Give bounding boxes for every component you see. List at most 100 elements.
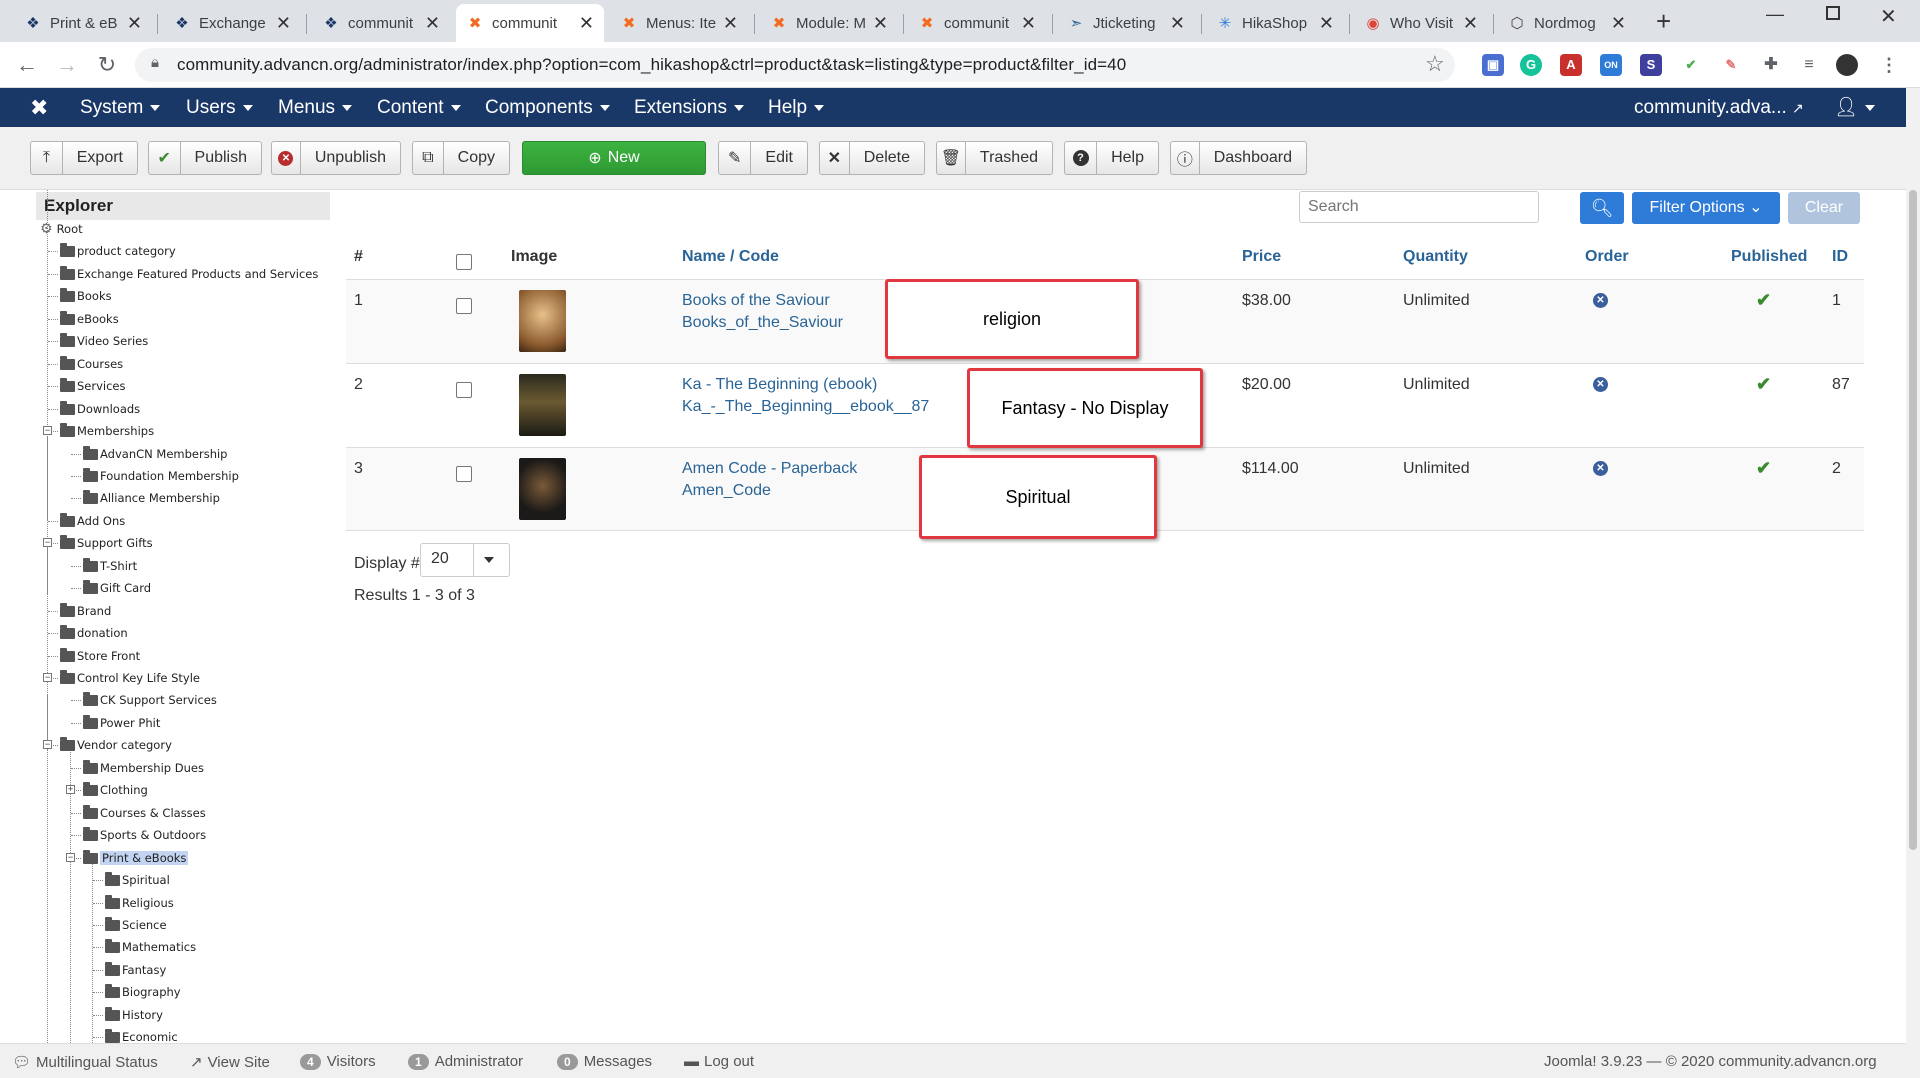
tree-node[interactable]: donation: [60, 623, 128, 643]
browser-tab[interactable]: ✖ Module: M ✕: [760, 4, 898, 42]
joomla-logo-icon[interactable]: ✖: [30, 88, 48, 127]
close-tab-icon[interactable]: ✕: [1021, 13, 1036, 34]
collapse-icon[interactable]: −: [66, 853, 75, 862]
tree-node[interactable]: Sports & Outdoors: [83, 825, 206, 845]
collapse-icon[interactable]: −: [43, 538, 52, 547]
tree-node[interactable]: Economic: [105, 1027, 178, 1043]
clear-button[interactable]: Clear: [1788, 192, 1860, 224]
product-thumbnail[interactable]: [519, 374, 566, 436]
menu-help[interactable]: Help: [768, 88, 825, 127]
help-button[interactable]: ? Help: [1064, 141, 1159, 175]
menu-menus[interactable]: Menus: [278, 88, 353, 127]
tree-node[interactable]: Mathematics: [105, 937, 196, 957]
unpublish-button[interactable]: ✕ Unpublish: [271, 141, 401, 175]
collapse-icon[interactable]: −: [43, 426, 52, 435]
col-id[interactable]: ID: [1832, 248, 1848, 266]
tree-node[interactable]: Support Gifts: [60, 533, 153, 553]
tree-node[interactable]: CK Support Services: [83, 690, 217, 710]
url-field[interactable]: 🔒︎ community.advancn.org/administrator/i…: [135, 48, 1455, 82]
page-scrollbar[interactable]: [1906, 88, 1920, 1078]
playlist-icon[interactable]: ≡: [1798, 54, 1820, 76]
messages-link[interactable]: 0 Messages: [557, 1053, 652, 1070]
menu-components[interactable]: Components: [485, 88, 610, 127]
logout-link[interactable]: ▬ Log out: [684, 1053, 754, 1070]
browser-tab[interactable]: ❖ Exchange ✕: [163, 4, 301, 42]
tree-node[interactable]: Power Phit: [83, 713, 160, 733]
forward-icon[interactable]: →: [52, 50, 82, 80]
search-input[interactable]: [1299, 191, 1539, 223]
maximize-icon[interactable]: [1826, 6, 1840, 20]
close-tab-icon[interactable]: ✕: [579, 13, 594, 34]
col-published[interactable]: Published: [1731, 248, 1807, 266]
on-extension-icon[interactable]: ON: [1600, 54, 1622, 76]
product-thumbnail[interactable]: [519, 458, 566, 520]
menu-system[interactable]: System: [80, 88, 161, 127]
user-menu[interactable]: 👤︎: [1834, 88, 1876, 127]
order-icon[interactable]: ✕: [1593, 377, 1608, 392]
close-tab-icon[interactable]: ✕: [276, 13, 291, 34]
menu-content[interactable]: Content: [377, 88, 461, 127]
browser-tab[interactable]: ✖ communit ✕: [908, 4, 1046, 42]
tree-node[interactable]: Clothing: [83, 780, 148, 800]
visitors-link[interactable]: 4 Visitors: [300, 1053, 376, 1070]
pdf-icon[interactable]: A: [1560, 54, 1582, 76]
puzzle-icon[interactable]: ✚: [1760, 54, 1782, 76]
tree-node[interactable]: Foundation Membership: [83, 466, 239, 486]
product-name-link[interactable]: Ka - The Beginning (ebook): [682, 374, 877, 396]
tree-node[interactable]: Control Key Life Style: [60, 668, 200, 688]
close-tab-icon[interactable]: ✕: [425, 13, 440, 34]
row-checkbox[interactable]: [456, 466, 472, 482]
product-code-link[interactable]: Amen_Code: [682, 480, 771, 502]
tree-node[interactable]: History: [105, 1005, 163, 1025]
star-icon[interactable]: ☆: [1425, 51, 1445, 77]
browser-tab[interactable]: ❖ Print & eB ✕: [14, 4, 152, 42]
tree-node[interactable]: Print & eBooks: [83, 848, 189, 868]
browser-tab[interactable]: ✖ Menus: Ite ✕: [610, 4, 748, 42]
minimize-icon[interactable]: —: [1766, 4, 1784, 25]
col-price[interactable]: Price: [1242, 248, 1281, 266]
close-tab-icon[interactable]: ✕: [1319, 13, 1334, 34]
tree-node[interactable]: Biography: [105, 982, 181, 1002]
order-icon[interactable]: ✕: [1593, 293, 1608, 308]
product-thumbnail[interactable]: [519, 290, 566, 352]
reload-icon[interactable]: ↻: [92, 50, 122, 80]
tree-node[interactable]: Alliance Membership: [83, 488, 220, 508]
publish-button[interactable]: ✔ Publish: [148, 141, 262, 175]
tree-node[interactable]: Brand: [60, 601, 111, 621]
tree-node[interactable]: Gift Card: [83, 578, 151, 598]
close-tab-icon[interactable]: ✕: [1463, 13, 1478, 34]
administrator-link[interactable]: 1 Administrator: [408, 1053, 523, 1070]
row-checkbox[interactable]: [456, 298, 472, 314]
row-checkbox[interactable]: [456, 382, 472, 398]
tree-node[interactable]: ⚙ Root: [40, 219, 83, 239]
avatar[interactable]: [1836, 54, 1858, 76]
menu-extensions[interactable]: Extensions: [634, 88, 744, 127]
s-extension-icon[interactable]: S: [1640, 54, 1662, 76]
expand-icon[interactable]: +: [66, 785, 75, 794]
tree-node[interactable]: Fantasy: [105, 960, 166, 980]
tree-node[interactable]: product category: [60, 241, 176, 261]
product-code-link[interactable]: Ka_-_The_Beginning__ebook__87: [682, 396, 929, 418]
tree-node[interactable]: Store Front: [60, 646, 140, 666]
close-tab-icon[interactable]: ✕: [1611, 13, 1626, 34]
search-button[interactable]: 🔍︎: [1580, 192, 1624, 224]
close-tab-icon[interactable]: ✕: [723, 13, 738, 34]
col-name-code[interactable]: Name / Code: [682, 248, 779, 266]
col-quantity[interactable]: Quantity: [1403, 248, 1468, 266]
browser-tab[interactable]: ❖ communit ✕: [312, 4, 450, 42]
tree-node[interactable]: Downloads: [60, 399, 140, 419]
tree-node[interactable]: Courses & Classes: [83, 803, 206, 823]
check-extension-icon[interactable]: ✔: [1680, 54, 1702, 76]
close-tab-icon[interactable]: ✕: [1170, 13, 1185, 34]
published-check-icon[interactable]: ✔: [1756, 458, 1771, 479]
tree-node[interactable]: Vendor category: [60, 735, 172, 755]
site-link[interactable]: community.adva... ↗: [1634, 88, 1804, 127]
dashboard-button[interactable]: ⓘ Dashboard: [1170, 141, 1307, 175]
published-check-icon[interactable]: ✔: [1756, 290, 1771, 311]
tree-node[interactable]: eBooks: [60, 309, 119, 329]
export-button[interactable]: ⤒ Export: [30, 141, 138, 175]
browser-tab[interactable]: ✳ HikaShop ✕: [1206, 4, 1344, 42]
tree-node[interactable]: Books: [60, 286, 112, 306]
browser-tab[interactable]: ⬡ Nordmog ✕: [1498, 4, 1636, 42]
browser-tab[interactable]: ➣ Jticketing ✕: [1057, 4, 1195, 42]
